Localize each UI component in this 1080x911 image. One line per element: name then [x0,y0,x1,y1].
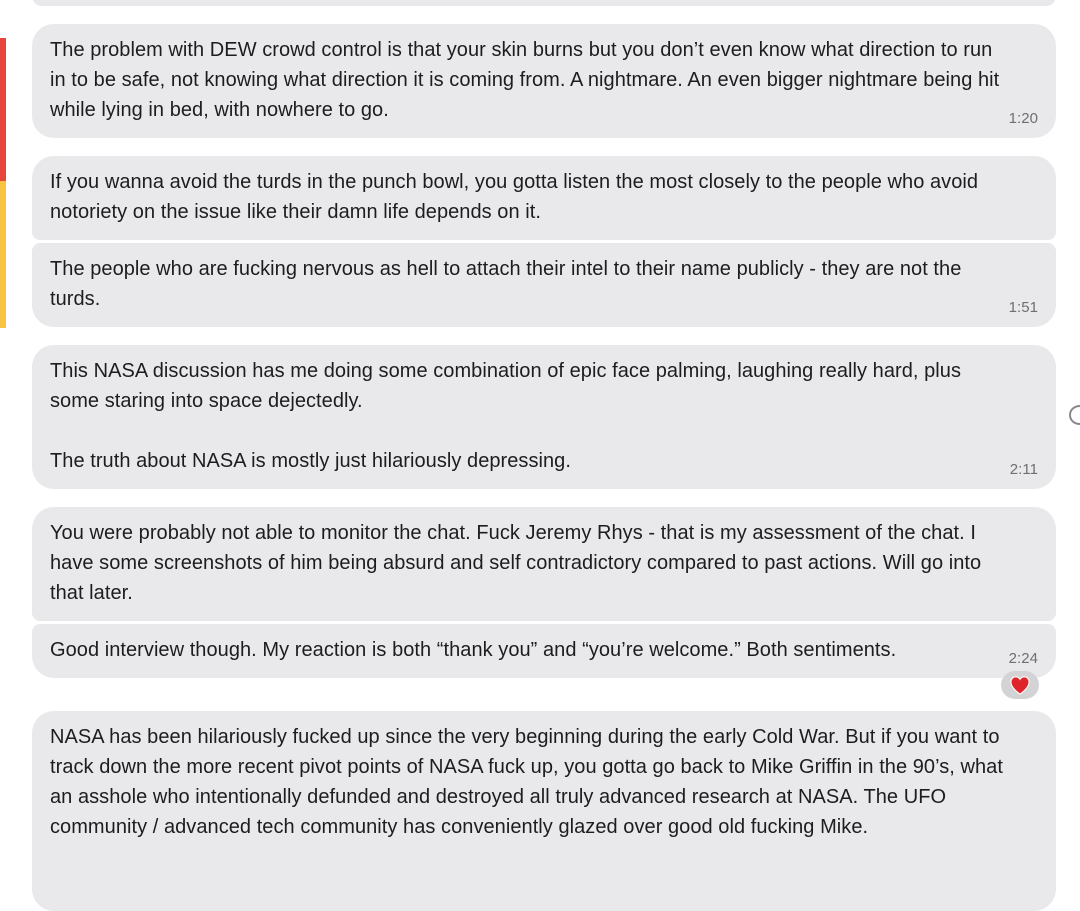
message-text: The problem with DEW crowd control is th… [50,39,1005,121]
message-timestamp: 2:11 [1009,461,1038,478]
message-text: This NASA discussion has me doing some c… [50,360,961,472]
message-bubble[interactable]: Good interview though. My reaction is bo… [32,624,1056,678]
message-text: You were probably not able to monitor th… [50,522,987,604]
reaction-badge[interactable] [1001,671,1039,699]
message-text: If you wanna avoid the turds in the punc… [50,171,984,223]
message-bubble[interactable]: The people who are fucking nervous as he… [32,243,1056,327]
message-timestamp: 1:51 [1008,299,1038,316]
message-timestamp: 1:20 [1008,110,1038,127]
message-text: The people who are fucking nervous as he… [50,258,967,310]
message-bubble[interactable]: NASA has been hilariously fucked up sinc… [32,711,1056,911]
reaction-add-icon[interactable] [1068,404,1080,426]
message-bubble[interactable] [32,0,1056,6]
message-text: Good interview though. My reaction is bo… [50,639,897,661]
message-bubble[interactable]: The problem with DEW crowd control is th… [32,24,1056,138]
heart-icon [1009,675,1031,695]
message-bubble[interactable]: This NASA discussion has me doing some c… [32,345,1056,489]
chat-thread[interactable]: The problem with DEW crowd control is th… [0,0,1080,911]
message-bubble[interactable]: You were probably not able to monitor th… [32,507,1056,621]
message-text: NASA has been hilariously fucked up sinc… [50,726,1009,838]
message-timestamp: 2:24 [1008,650,1038,667]
message-bubble[interactable]: If you wanna avoid the turds in the punc… [32,156,1056,240]
